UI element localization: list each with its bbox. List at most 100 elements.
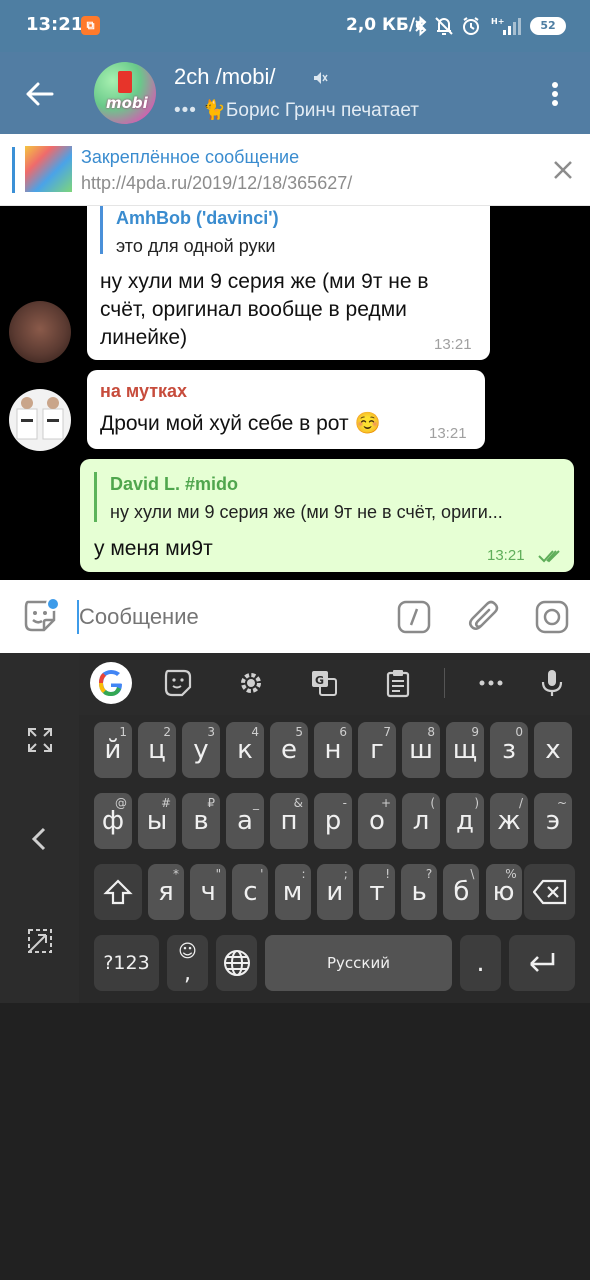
pinned-text: http://4pda.ru/2019/12/18/365627/ — [81, 173, 353, 193]
message-input[interactable] — [79, 602, 379, 632]
reply-quote-bar — [100, 206, 103, 254]
key-е[interactable]: е5 — [270, 722, 308, 778]
key-н[interactable]: н6 — [314, 722, 352, 778]
key-т[interactable]: т! — [359, 864, 395, 920]
outgoing-message-bubble[interactable]: David L. #mido ну хули ми 9 серия же (ми… — [80, 459, 574, 572]
backspace-key[interactable] — [524, 864, 575, 920]
key-hint: ' — [260, 867, 264, 881]
key-ь[interactable]: ь? — [401, 864, 438, 920]
message-bubble[interactable]: AmhBob ('davinci') это для одной руки ну… — [87, 206, 490, 360]
key-з[interactable]: з0 — [490, 722, 528, 778]
expand-icon[interactable] — [26, 726, 54, 754]
enter-icon — [530, 953, 555, 972]
space-key[interactable]: Русский — [265, 935, 452, 991]
message-input-bar — [0, 580, 590, 653]
message-bubble[interactable]: на мутках Дрочи мой хуй себе в рот ☺️ 13… — [87, 370, 485, 449]
key-ж[interactable]: ж / — [490, 793, 528, 849]
key-и[interactable]: и; — [316, 864, 353, 920]
message-list[interactable]: AmhBob ('davinci') это для одной руки ну… — [0, 206, 590, 580]
key-д[interactable]: д) — [446, 793, 484, 849]
key-label: м — [282, 877, 303, 907]
translate-icon[interactable]: G — [309, 668, 339, 698]
key-о[interactable]: о + — [358, 793, 396, 849]
chevron-left-icon[interactable] — [26, 825, 54, 853]
microphone-icon[interactable] — [537, 668, 567, 698]
key-label: х — [545, 735, 561, 765]
symbols-key[interactable]: ?123 — [94, 935, 159, 991]
key-с[interactable]: с ' — [232, 864, 269, 920]
key-л[interactable]: л( — [402, 793, 440, 849]
key-label: щ — [452, 735, 478, 765]
attach-paperclip-icon[interactable] — [467, 599, 501, 635]
camera-icon[interactable] — [534, 599, 570, 635]
clipboard-icon[interactable] — [383, 668, 413, 698]
key-ф[interactable]: ф @ — [94, 793, 132, 849]
key-я[interactable]: я * — [148, 864, 184, 920]
message-text: ну хули ми 9 серия же (ми 9т не в счёт, … — [100, 268, 485, 352]
period-key[interactable]: . — [460, 935, 501, 991]
reply-author: David L. #mido — [110, 474, 239, 494]
key-х[interactable]: х — [534, 722, 572, 778]
key-label: в — [193, 806, 209, 836]
key-label: ц — [148, 735, 166, 765]
google-search-button[interactable] — [90, 662, 132, 704]
key-label: л — [412, 806, 430, 836]
status-bar: 13:21 ⧉ 2,0 КБ/с H+ 52 — [0, 0, 590, 52]
key-г[interactable]: г7 — [358, 722, 396, 778]
key-hint: ! — [385, 867, 390, 881]
dnd-bell-icon — [435, 17, 453, 35]
key-hint: \ — [470, 867, 475, 881]
more-menu-icon[interactable] — [545, 76, 565, 112]
key-label: е — [281, 735, 297, 765]
chat-title[interactable]: 2ch /mobi/ — [174, 64, 276, 90]
user-avatar[interactable] — [9, 301, 71, 363]
key-ш[interactable]: ш8 — [402, 722, 440, 778]
key-ч[interactable]: ч " — [190, 864, 227, 920]
back-arrow-icon[interactable] — [22, 76, 58, 112]
bot-command-icon[interactable] — [397, 600, 431, 634]
language-key[interactable] — [216, 935, 257, 991]
bluetooth-icon — [415, 15, 427, 37]
message-line: линейке) — [100, 326, 188, 349]
key-щ[interactable]: щ9 — [446, 722, 484, 778]
key-hint: 1 — [119, 725, 127, 739]
message-text: у меня ми9т — [94, 537, 213, 560]
key-к[interactable]: к4 — [226, 722, 264, 778]
google-icon — [99, 670, 122, 696]
shift-key[interactable] — [94, 864, 142, 920]
key-п[interactable]: п & — [270, 793, 308, 849]
key-р[interactable]: р- — [314, 793, 352, 849]
floating-keyboard-icon[interactable] — [26, 927, 54, 955]
key-ц[interactable]: ц2 — [138, 722, 176, 778]
logo-mark — [118, 71, 132, 93]
key-у[interactable]: у3 — [182, 722, 220, 778]
key-м[interactable]: м: — [274, 864, 311, 920]
key-ю[interactable]: ю% — [485, 864, 522, 920]
key-в[interactable]: в ₽ — [182, 793, 220, 849]
new-sticker-badge — [46, 597, 60, 611]
key-hint: 8 — [427, 725, 435, 739]
key-э[interactable]: э ~ — [534, 793, 572, 849]
key-hint: 4 — [251, 725, 259, 739]
key-б[interactable]: б \ — [443, 864, 480, 920]
sticker-icon[interactable] — [163, 668, 193, 698]
toolbar-divider — [444, 668, 445, 698]
key-hint: % — [505, 867, 517, 881]
gear-icon[interactable] — [236, 668, 266, 698]
more-options-icon[interactable] — [476, 668, 506, 698]
typing-dots: ••• — [174, 100, 197, 121]
chat-avatar[interactable]: mobi — [94, 62, 156, 124]
key-й[interactable]: й1 — [94, 722, 132, 778]
user-avatar[interactable] — [9, 389, 71, 451]
key-hint: ~ — [556, 796, 567, 810]
key-ы[interactable]: ы # — [138, 793, 176, 849]
key-hint: : — [301, 867, 306, 881]
close-icon[interactable] — [552, 159, 574, 181]
key-hint: # — [160, 796, 171, 810]
enter-key[interactable] — [509, 935, 575, 991]
key-hint: - — [342, 796, 347, 810]
comma-emoji-key[interactable]: ☺ , — [167, 935, 208, 991]
key-а[interactable]: а _ — [226, 793, 264, 849]
pinned-message-bar[interactable]: Закреплённое сообщение http://4pda.ru/20… — [0, 134, 590, 206]
key-hint: " — [215, 867, 222, 881]
